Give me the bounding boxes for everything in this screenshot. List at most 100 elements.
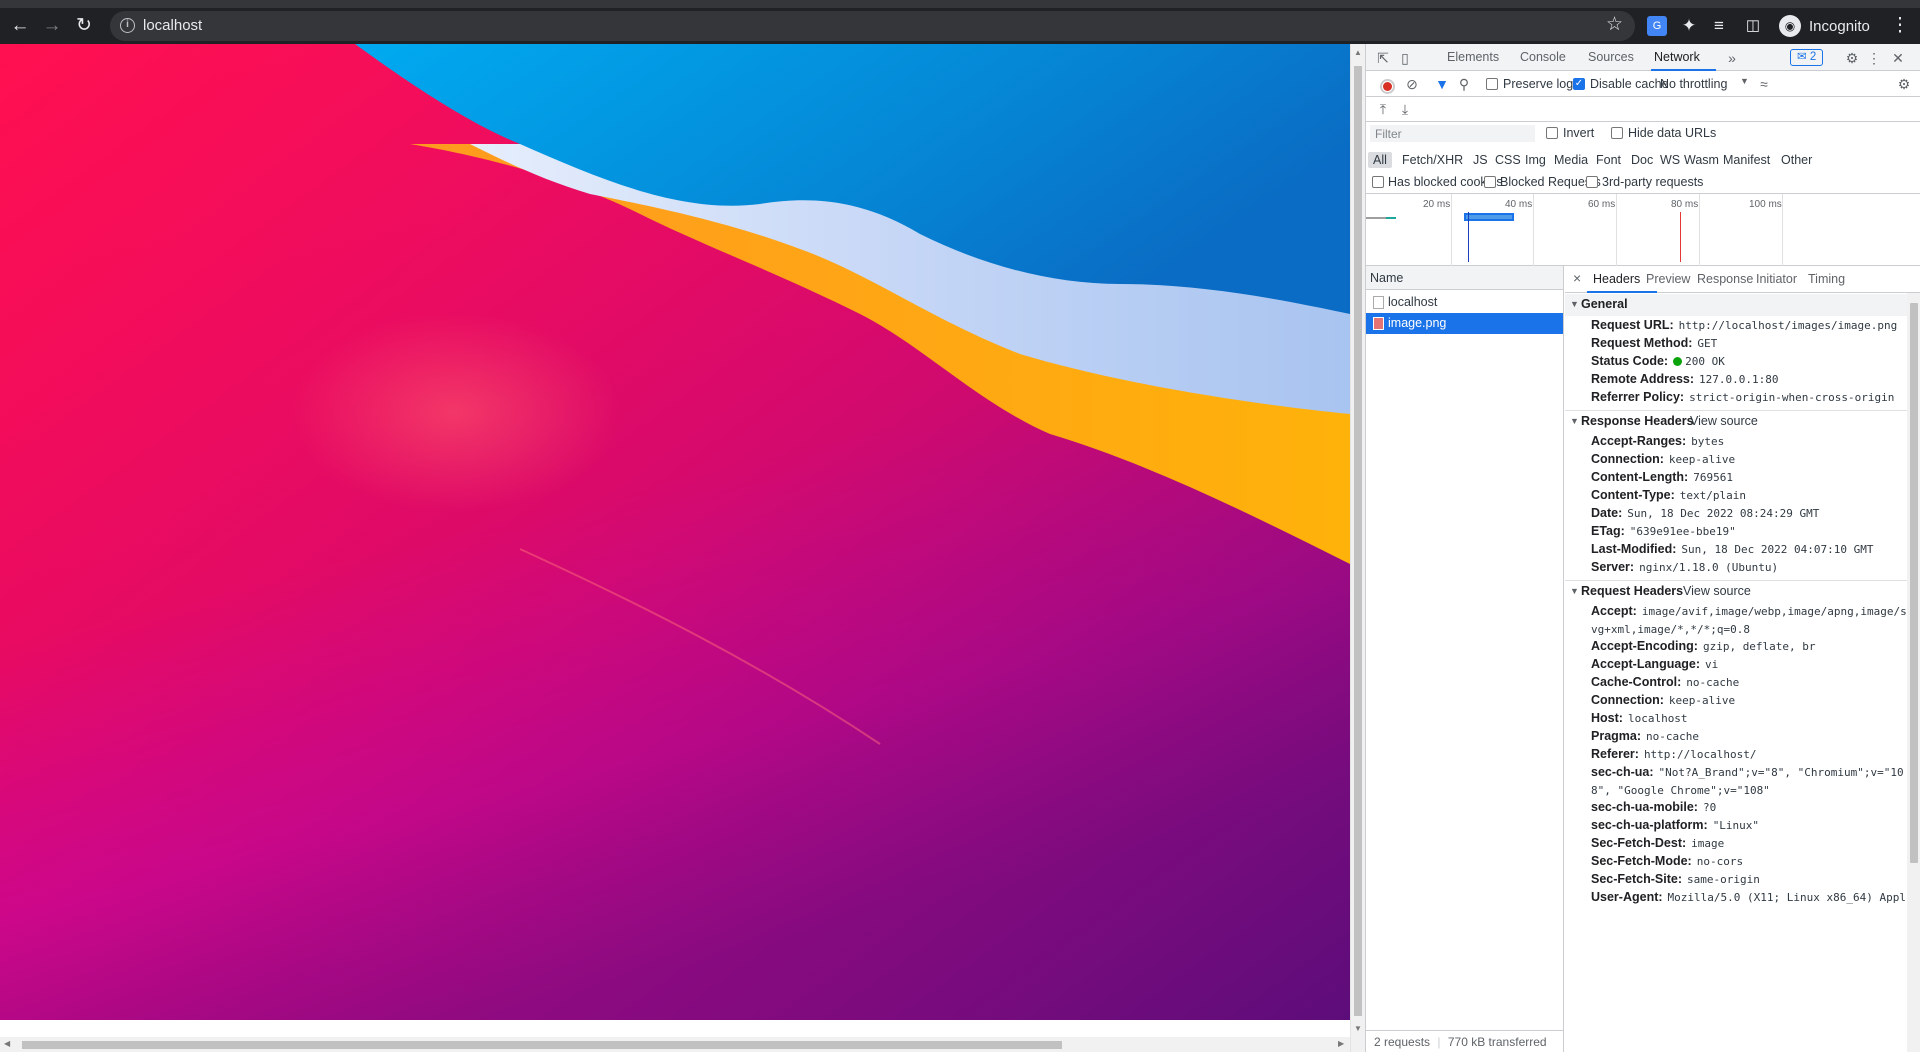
disable-cache-checkbox[interactable]: ✓ xyxy=(1573,78,1585,90)
request-row-localhost[interactable]: localhost xyxy=(1366,292,1563,313)
preserve-log-checkbox[interactable] xyxy=(1486,78,1498,90)
type-filter-fetch-xhr[interactable]: Fetch/XHR xyxy=(1402,153,1463,167)
address-bar[interactable]: i localhost ☆ xyxy=(110,11,1635,41)
throttling-dropdown-icon[interactable]: ▼ xyxy=(1740,76,1749,86)
close-detail-icon[interactable]: × xyxy=(1573,270,1581,286)
inspect-element-icon[interactable]: ⇱ xyxy=(1375,50,1391,66)
blocked-requests-checkbox[interactable] xyxy=(1484,176,1496,188)
side-panel-icon[interactable]: ◫ xyxy=(1739,12,1767,40)
timeline-gridline xyxy=(1533,194,1534,266)
header-value: image/avif,image/webp,image/apng,image/s… xyxy=(1591,605,1907,636)
type-filter-js[interactable]: JS xyxy=(1473,153,1488,167)
issues-count: 2 xyxy=(1809,51,1817,63)
export-har-icon[interactable]: ⤓ xyxy=(1397,101,1413,117)
scrollbar-thumb[interactable] xyxy=(22,1041,1062,1049)
page-vertical-scrollbar[interactable]: ▲ ▼ xyxy=(1350,44,1365,1052)
info-icon[interactable]: i xyxy=(120,18,135,33)
extensions-puzzle-icon[interactable]: ✦ xyxy=(1675,12,1703,40)
network-status-bar: 2 requests | 770 kB transferred xyxy=(1366,1030,1564,1052)
tab-sources[interactable]: Sources xyxy=(1588,50,1634,64)
timeline-gridline xyxy=(1451,194,1452,266)
more-tabs-chevron-icon[interactable]: » xyxy=(1724,50,1740,66)
header-value: Mozilla/5.0 (X11; Linux x86_64) Appl xyxy=(1667,891,1906,904)
tab-response[interactable]: Response xyxy=(1697,272,1753,286)
view-source-link[interactable]: View source xyxy=(1683,584,1751,598)
network-conditions-icon[interactable]: ≈ xyxy=(1756,76,1772,92)
active-detail-tab-indicator xyxy=(1587,291,1657,293)
type-filter-ws[interactable]: WS xyxy=(1660,153,1680,167)
kebab-menu-icon[interactable]: ⋮ xyxy=(1886,12,1914,40)
back-arrow-icon[interactable]: ← xyxy=(6,12,34,40)
filter-funnel-icon[interactable]: ▼ xyxy=(1434,76,1450,92)
type-filter-all[interactable]: All xyxy=(1368,152,1392,168)
tab-timing[interactable]: Timing xyxy=(1808,272,1845,286)
scrollbar-thumb[interactable] xyxy=(1910,303,1918,863)
type-filter-manifest[interactable]: Manifest xyxy=(1723,153,1770,167)
view-source-link[interactable]: View source xyxy=(1690,414,1758,428)
request-row-image-png[interactable]: image.png xyxy=(1366,313,1563,334)
media-queue-icon[interactable]: ≡ xyxy=(1705,12,1733,40)
bookmark-star-icon[interactable]: ☆ xyxy=(1606,13,1623,36)
type-filter-media[interactable]: Media xyxy=(1554,153,1588,167)
translate-extension-icon[interactable]: G xyxy=(1647,16,1667,36)
scroll-down-arrow-icon[interactable]: ▼ xyxy=(1354,1024,1362,1033)
invert-checkbox[interactable] xyxy=(1546,127,1558,139)
page-horizontal-scrollbar[interactable]: ◀ ▶ xyxy=(0,1020,1350,1052)
type-filter-font[interactable]: Font xyxy=(1596,153,1621,167)
issues-badge[interactable]: ✉ 2 xyxy=(1790,49,1824,66)
type-filter-other[interactable]: Other xyxy=(1781,153,1812,167)
network-settings-gear-icon[interactable]: ⚙ xyxy=(1896,76,1912,92)
general-section-header[interactable]: ▼ General xyxy=(1565,294,1907,316)
devtools-menu-icon[interactable]: ⋮ xyxy=(1866,50,1882,66)
type-filter-doc[interactable]: Doc xyxy=(1631,153,1653,167)
scroll-right-arrow-icon[interactable]: ▶ xyxy=(1338,1039,1344,1048)
header-row: Remote Address: 127.0.0.1:80 xyxy=(1591,371,1907,389)
scroll-up-arrow-icon[interactable]: ▲ xyxy=(1354,48,1362,57)
tab-preview[interactable]: Preview xyxy=(1646,272,1690,286)
settings-gear-icon[interactable]: ⚙ xyxy=(1844,50,1860,66)
header-key: Referer: xyxy=(1591,747,1639,761)
scrollbar-thumb[interactable] xyxy=(1354,66,1362,1016)
header-row: Accept-Ranges: bytes xyxy=(1591,433,1907,451)
header-value: gzip, deflate, br xyxy=(1702,640,1816,653)
header-row: User-Agent: Mozilla/5.0 (X11; Linux x86_6… xyxy=(1591,889,1907,907)
header-value: strict-origin-when-cross-origin xyxy=(1689,391,1895,404)
devtools-panel: ⇱ ▯ Elements Console Sources Network » ✉… xyxy=(1365,44,1920,1052)
has-blocked-cookies-checkbox[interactable] xyxy=(1372,176,1384,188)
type-filter-img[interactable]: Img xyxy=(1525,153,1546,167)
request-headers-section-header[interactable]: ▼ Request Headers View source xyxy=(1565,581,1907,603)
url-text[interactable]: localhost xyxy=(143,17,202,34)
header-row: sec-ch-ua-platform: "Linux" xyxy=(1591,817,1907,835)
header-value: GET xyxy=(1697,337,1718,350)
tab-console[interactable]: Console xyxy=(1520,50,1566,64)
header-value: Sun, 18 Dec 2022 08:24:29 GMT xyxy=(1627,507,1820,520)
scroll-left-arrow-icon[interactable]: ◀ xyxy=(4,1039,10,1048)
throttling-select[interactable]: No throttling xyxy=(1660,77,1727,91)
search-icon[interactable]: ⚲ xyxy=(1456,76,1472,92)
network-overview-timeline[interactable]: 20 ms 40 ms 60 ms 80 ms 100 ms xyxy=(1366,194,1920,266)
reload-icon[interactable]: ↻ xyxy=(70,12,98,40)
tab-network[interactable]: Network xyxy=(1654,50,1700,64)
name-column-header[interactable]: Name xyxy=(1366,266,1563,290)
timeline-tick-label: 20 ms xyxy=(1423,199,1451,210)
import-har-icon[interactable]: ⤒ xyxy=(1375,101,1391,117)
tab-headers[interactable]: Headers xyxy=(1593,272,1640,286)
hide-data-urls-checkbox[interactable] xyxy=(1611,127,1623,139)
header-key: Accept-Language: xyxy=(1591,657,1701,671)
response-headers-section-header[interactable]: ▼ Response Headers View source xyxy=(1565,411,1907,433)
type-filter-css[interactable]: CSS xyxy=(1495,153,1521,167)
close-devtools-icon[interactable]: ✕ xyxy=(1890,50,1906,66)
type-filter-wasm[interactable]: Wasm xyxy=(1684,153,1719,167)
header-value: nginx/1.18.0 (Ubuntu) xyxy=(1639,561,1779,574)
detail-vertical-scrollbar[interactable] xyxy=(1907,293,1920,1052)
incognito-profile-button[interactable]: ◉ Incognito xyxy=(1775,12,1880,40)
header-value: 127.0.0.1:80 xyxy=(1699,373,1779,386)
tab-elements[interactable]: Elements xyxy=(1447,50,1499,64)
device-toolbar-icon[interactable]: ▯ xyxy=(1397,50,1413,66)
clear-icon[interactable]: ⊘ xyxy=(1404,76,1420,92)
filter-input[interactable] xyxy=(1370,125,1535,142)
forward-arrow-icon[interactable]: → xyxy=(38,12,66,40)
record-icon[interactable] xyxy=(1380,79,1395,94)
third-party-requests-checkbox[interactable] xyxy=(1586,176,1598,188)
tab-initiator[interactable]: Initiator xyxy=(1756,272,1797,286)
